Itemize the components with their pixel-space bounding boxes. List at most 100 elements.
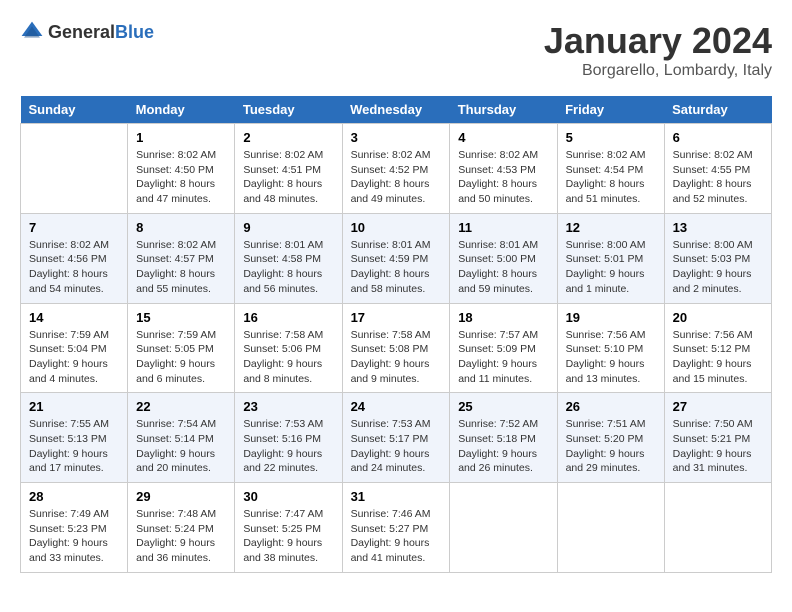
calendar-cell: 28 Sunrise: 7:49 AMSunset: 5:23 PMDayligh… <box>21 483 128 573</box>
calendar-table: SundayMondayTuesdayWednesdayThursdayFrid… <box>20 96 772 573</box>
day-number: 24 <box>351 399 442 414</box>
day-number: 21 <box>29 399 119 414</box>
logo: GeneralBlue <box>20 20 154 44</box>
day-info: Sunrise: 8:02 AMSunset: 4:56 PMDaylight:… <box>29 238 119 297</box>
day-number: 19 <box>566 310 656 325</box>
day-info: Sunrise: 7:53 AMSunset: 5:17 PMDaylight:… <box>351 417 442 476</box>
day-number: 3 <box>351 130 442 145</box>
logo-general-text: General <box>48 22 115 42</box>
day-number: 2 <box>243 130 333 145</box>
day-info: Sunrise: 7:46 AMSunset: 5:27 PMDaylight:… <box>351 507 442 566</box>
day-info: Sunrise: 7:54 AMSunset: 5:14 PMDaylight:… <box>136 417 226 476</box>
day-info: Sunrise: 7:48 AMSunset: 5:24 PMDaylight:… <box>136 507 226 566</box>
calendar-cell <box>664 483 771 573</box>
day-number: 6 <box>673 130 763 145</box>
page-header: GeneralBlue January 2024 Borgarello, Lom… <box>20 20 772 80</box>
calendar-cell: 20Sunrise: 7:56 AMSunset: 5:12 PMDayligh… <box>664 303 771 393</box>
day-number: 27 <box>673 399 763 414</box>
calendar-cell: 23Sunrise: 7:53 AMSunset: 5:16 PMDayligh… <box>235 393 342 483</box>
logo-blue-text: Blue <box>115 22 154 42</box>
day-number: 4 <box>458 130 548 145</box>
day-number: 31 <box>351 489 442 504</box>
day-info: Sunrise: 7:50 AMSunset: 5:21 PMDaylight:… <box>673 417 763 476</box>
calendar-week-row: 21 Sunrise: 7:55 AMSunset: 5:13 PMDayligh… <box>21 393 772 483</box>
day-number: 22 <box>136 399 226 414</box>
month-title: January 2024 <box>544 20 772 62</box>
day-info: Sunrise: 8:01 AMSunset: 5:00 PMDaylight:… <box>458 238 548 297</box>
calendar-cell: 17 Sunrise: 7:58 AMSunset: 5:08 PMDayligh… <box>342 303 450 393</box>
calendar-body: 1 Sunrise: 8:02 AMSunset: 4:50 PMDaylight… <box>21 124 772 573</box>
calendar-cell: 26 Sunrise: 7:51 AMSunset: 5:20 PMDayligh… <box>557 393 664 483</box>
calendar-cell: 10 Sunrise: 8:01 AMSunset: 4:59 PMDayligh… <box>342 213 450 303</box>
day-number: 9 <box>243 220 333 235</box>
calendar-cell: 3 Sunrise: 8:02 AMSunset: 4:52 PMDaylight… <box>342 124 450 214</box>
calendar-cell: 30 Sunrise: 7:47 AMSunset: 5:25 PMDayligh… <box>235 483 342 573</box>
day-info: Sunrise: 7:59 AMSunset: 5:04 PMDaylight:… <box>29 328 119 387</box>
day-number: 17 <box>351 310 442 325</box>
day-number: 12 <box>566 220 656 235</box>
calendar-cell: 29Sunrise: 7:48 AMSunset: 5:24 PMDayligh… <box>128 483 235 573</box>
day-info: Sunrise: 7:51 AMSunset: 5:20 PMDaylight:… <box>566 417 656 476</box>
day-info: Sunrise: 8:01 AMSunset: 4:58 PMDaylight:… <box>243 238 333 297</box>
calendar-cell: 6 Sunrise: 8:02 AMSunset: 4:55 PMDaylight… <box>664 124 771 214</box>
day-info: Sunrise: 7:59 AMSunset: 5:05 PMDaylight:… <box>136 328 226 387</box>
day-info: Sunrise: 8:00 AMSunset: 5:01 PMDaylight:… <box>566 238 656 297</box>
day-number: 8 <box>136 220 226 235</box>
day-info: Sunrise: 7:53 AMSunset: 5:16 PMDaylight:… <box>243 417 333 476</box>
day-info: Sunrise: 8:02 AMSunset: 4:52 PMDaylight:… <box>351 148 442 207</box>
calendar-cell: 14 Sunrise: 7:59 AMSunset: 5:04 PMDayligh… <box>21 303 128 393</box>
day-number: 1 <box>136 130 226 145</box>
title-section: January 2024 Borgarello, Lombardy, Italy <box>544 20 772 80</box>
day-number: 10 <box>351 220 442 235</box>
calendar-week-row: 28 Sunrise: 7:49 AMSunset: 5:23 PMDayligh… <box>21 483 772 573</box>
day-number: 13 <box>673 220 763 235</box>
day-number: 11 <box>458 220 548 235</box>
day-info: Sunrise: 7:52 AMSunset: 5:18 PMDaylight:… <box>458 417 548 476</box>
calendar-cell: 4 Sunrise: 8:02 AMSunset: 4:53 PMDaylight… <box>450 124 557 214</box>
weekday-header: Thursday <box>450 96 557 124</box>
calendar-cell: 16 Sunrise: 7:58 AMSunset: 5:06 PMDayligh… <box>235 303 342 393</box>
calendar-cell: 12 Sunrise: 8:00 AMSunset: 5:01 PMDayligh… <box>557 213 664 303</box>
calendar-cell: 18Sunrise: 7:57 AMSunset: 5:09 PMDayligh… <box>450 303 557 393</box>
day-info: Sunrise: 8:02 AMSunset: 4:57 PMDaylight:… <box>136 238 226 297</box>
day-info: Sunrise: 7:58 AMSunset: 5:08 PMDaylight:… <box>351 328 442 387</box>
day-info: Sunrise: 8:02 AMSunset: 4:50 PMDaylight:… <box>136 148 226 207</box>
calendar-cell <box>450 483 557 573</box>
weekday-header: Saturday <box>664 96 771 124</box>
calendar-cell: 7 Sunrise: 8:02 AMSunset: 4:56 PMDaylight… <box>21 213 128 303</box>
weekday-header: Sunday <box>21 96 128 124</box>
location-title: Borgarello, Lombardy, Italy <box>544 62 772 80</box>
day-info: Sunrise: 7:49 AMSunset: 5:23 PMDaylight:… <box>29 507 119 566</box>
day-info: Sunrise: 8:02 AMSunset: 4:51 PMDaylight:… <box>243 148 333 207</box>
calendar-week-row: 1 Sunrise: 8:02 AMSunset: 4:50 PMDaylight… <box>21 124 772 214</box>
day-info: Sunrise: 8:01 AMSunset: 4:59 PMDaylight:… <box>351 238 442 297</box>
calendar-cell: 19Sunrise: 7:56 AMSunset: 5:10 PMDayligh… <box>557 303 664 393</box>
day-number: 18 <box>458 310 548 325</box>
day-number: 26 <box>566 399 656 414</box>
day-info: Sunrise: 8:02 AMSunset: 4:53 PMDaylight:… <box>458 148 548 207</box>
day-info: Sunrise: 8:00 AMSunset: 5:03 PMDaylight:… <box>673 238 763 297</box>
day-info: Sunrise: 7:55 AMSunset: 5:13 PMDaylight:… <box>29 417 119 476</box>
calendar-cell: 31 Sunrise: 7:46 AMSunset: 5:27 PMDayligh… <box>342 483 450 573</box>
calendar-cell <box>21 124 128 214</box>
calendar-cell: 22 Sunrise: 7:54 AMSunset: 5:14 PMDayligh… <box>128 393 235 483</box>
day-info: Sunrise: 7:58 AMSunset: 5:06 PMDaylight:… <box>243 328 333 387</box>
day-info: Sunrise: 7:47 AMSunset: 5:25 PMDaylight:… <box>243 507 333 566</box>
weekday-header: Tuesday <box>235 96 342 124</box>
day-number: 20 <box>673 310 763 325</box>
weekday-header: Wednesday <box>342 96 450 124</box>
day-info: Sunrise: 8:02 AMSunset: 4:54 PMDaylight:… <box>566 148 656 207</box>
calendar-cell: 2 Sunrise: 8:02 AMSunset: 4:51 PMDaylight… <box>235 124 342 214</box>
calendar-cell: 21 Sunrise: 7:55 AMSunset: 5:13 PMDayligh… <box>21 393 128 483</box>
calendar-cell: 9 Sunrise: 8:01 AMSunset: 4:58 PMDaylight… <box>235 213 342 303</box>
day-number: 30 <box>243 489 333 504</box>
calendar-header: SundayMondayTuesdayWednesdayThursdayFrid… <box>21 96 772 124</box>
day-number: 5 <box>566 130 656 145</box>
calendar-cell: 25Sunrise: 7:52 AMSunset: 5:18 PMDayligh… <box>450 393 557 483</box>
day-number: 16 <box>243 310 333 325</box>
day-number: 28 <box>29 489 119 504</box>
weekday-header: Friday <box>557 96 664 124</box>
day-number: 7 <box>29 220 119 235</box>
day-info: Sunrise: 8:02 AMSunset: 4:55 PMDaylight:… <box>673 148 763 207</box>
day-number: 14 <box>29 310 119 325</box>
